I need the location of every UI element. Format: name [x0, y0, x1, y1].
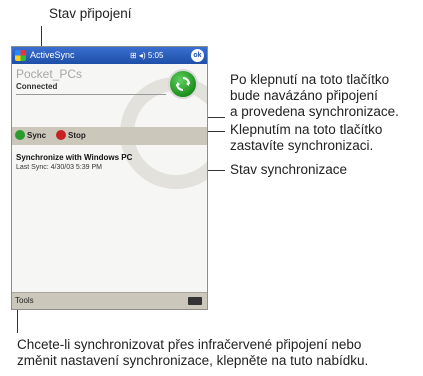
stop-label: Stop	[68, 131, 86, 140]
connection-status: Connected	[16, 82, 58, 91]
ok-button[interactable]: ok	[191, 49, 204, 62]
leader-tools-menu	[17, 307, 18, 333]
callout-connection-status: Stav připojení	[49, 6, 132, 21]
callout-sync-status: Stav synchronizace	[230, 162, 348, 177]
sync-label: Sync	[27, 131, 47, 140]
sync-status-detail: Last Sync: 4/30/03 5:39 PM	[16, 164, 102, 171]
divider	[16, 94, 166, 95]
sync-status-title: Synchronize with Windows PC	[16, 153, 133, 162]
sync-big-button[interactable]	[168, 69, 198, 99]
command-toolbar: Sync Stop	[12, 127, 207, 145]
sync-button[interactable]: Sync	[15, 130, 46, 142]
device-name: Pocket_PCs	[16, 67, 83, 81]
device-screen: ActiveSync ⊞ ◂) 5:05 ok Pocket_PCs Conne…	[11, 46, 208, 310]
windows-start-icon[interactable]	[15, 50, 26, 61]
stop-button[interactable]: Stop	[56, 130, 86, 142]
sync-icon	[15, 130, 25, 140]
stop-icon	[56, 130, 66, 140]
tools-menu[interactable]: Tools	[15, 296, 34, 305]
keyboard-icon[interactable]	[188, 297, 202, 305]
sync-arrows-icon	[176, 77, 190, 91]
menu-bar: Tools	[12, 292, 207, 309]
title-bar: ActiveSync ⊞ ◂) 5:05 ok	[12, 47, 207, 64]
app-title: ActiveSync	[30, 50, 75, 60]
status-icons[interactable]: ⊞ ◂) 5:05	[130, 47, 163, 64]
